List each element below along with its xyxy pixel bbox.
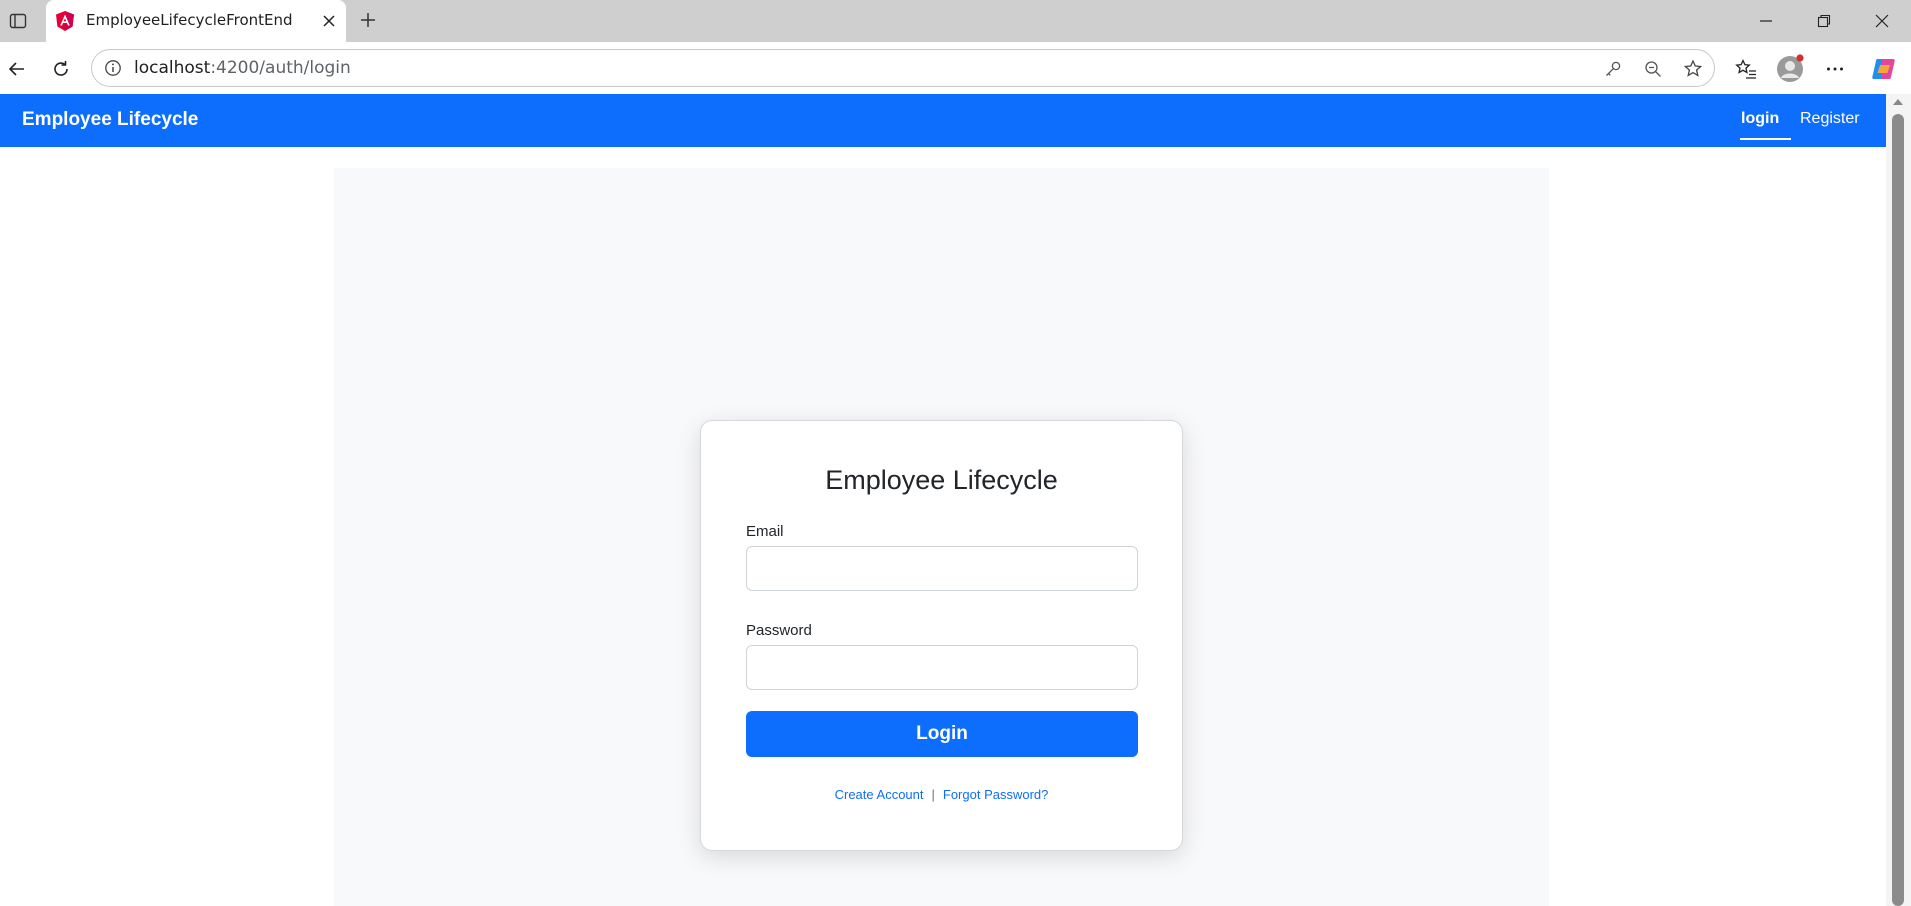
- email-label: Email: [746, 523, 784, 540]
- card-title: Employee Lifecycle: [825, 465, 1058, 495]
- password-label: Password: [746, 622, 812, 639]
- info-icon[interactable]: [102, 57, 124, 79]
- auth-links: Create Account | Forgot Password?: [701, 787, 1182, 802]
- forgot-password-link[interactable]: Forgot Password?: [943, 787, 1049, 802]
- arrow-left-icon[interactable]: [0, 52, 34, 86]
- nav-link-register[interactable]: Register: [1800, 110, 1860, 128]
- scroll-up-arrow-icon[interactable]: [1893, 99, 1903, 105]
- page-viewport: Employee Lifecycle login Register Employ…: [0, 94, 1886, 906]
- profile-icon[interactable]: [1773, 52, 1807, 86]
- active-link-indicator: [1740, 138, 1791, 140]
- top-navbar: Employee Lifecycle login Register: [0, 94, 1886, 147]
- more-icon[interactable]: [1818, 52, 1852, 86]
- url-path: :4200/auth/login: [210, 58, 351, 78]
- password-field[interactable]: [746, 645, 1138, 690]
- tab-title: EmployeeLifecycleFrontEnd: [86, 11, 293, 29]
- navbar-brand[interactable]: Employee Lifecycle: [22, 109, 198, 131]
- create-account-link[interactable]: Create Account: [835, 787, 924, 802]
- plus-icon[interactable]: [354, 6, 382, 34]
- email-field[interactable]: [746, 546, 1138, 591]
- page-scrollbar[interactable]: [1886, 94, 1911, 906]
- browser-tab[interactable]: EmployeeLifecycleFrontEnd: [46, 0, 346, 42]
- copilot-icon[interactable]: [1867, 52, 1901, 86]
- restore-icon[interactable]: [1795, 0, 1853, 42]
- scrollbar-thumb[interactable]: [1892, 114, 1904, 906]
- address-bar[interactable]: localhost:4200/auth/login: [91, 49, 1715, 87]
- url-host: localhost: [134, 58, 211, 78]
- close-icon[interactable]: [318, 10, 340, 32]
- tab-strip-icon[interactable]: [0, 0, 36, 42]
- close-window-icon[interactable]: [1853, 0, 1911, 42]
- minimize-icon[interactable]: [1737, 0, 1795, 42]
- reload-icon[interactable]: [44, 52, 78, 86]
- nav-link-login[interactable]: login: [1741, 110, 1779, 128]
- favorites-list-icon[interactable]: [1729, 52, 1763, 86]
- browser-tab-bar: EmployeeLifecycleFrontEnd: [0, 0, 1911, 42]
- url-text: localhost:4200/auth/login: [134, 58, 351, 78]
- link-separator: |: [931, 787, 935, 802]
- key-icon[interactable]: [1602, 58, 1624, 80]
- angular-logo-icon: [54, 10, 76, 32]
- login-button[interactable]: Login: [746, 711, 1138, 757]
- star-icon[interactable]: [1682, 58, 1704, 80]
- login-card: Employee Lifecycle Email Password Login …: [700, 420, 1183, 851]
- zoom-out-icon[interactable]: [1642, 58, 1664, 80]
